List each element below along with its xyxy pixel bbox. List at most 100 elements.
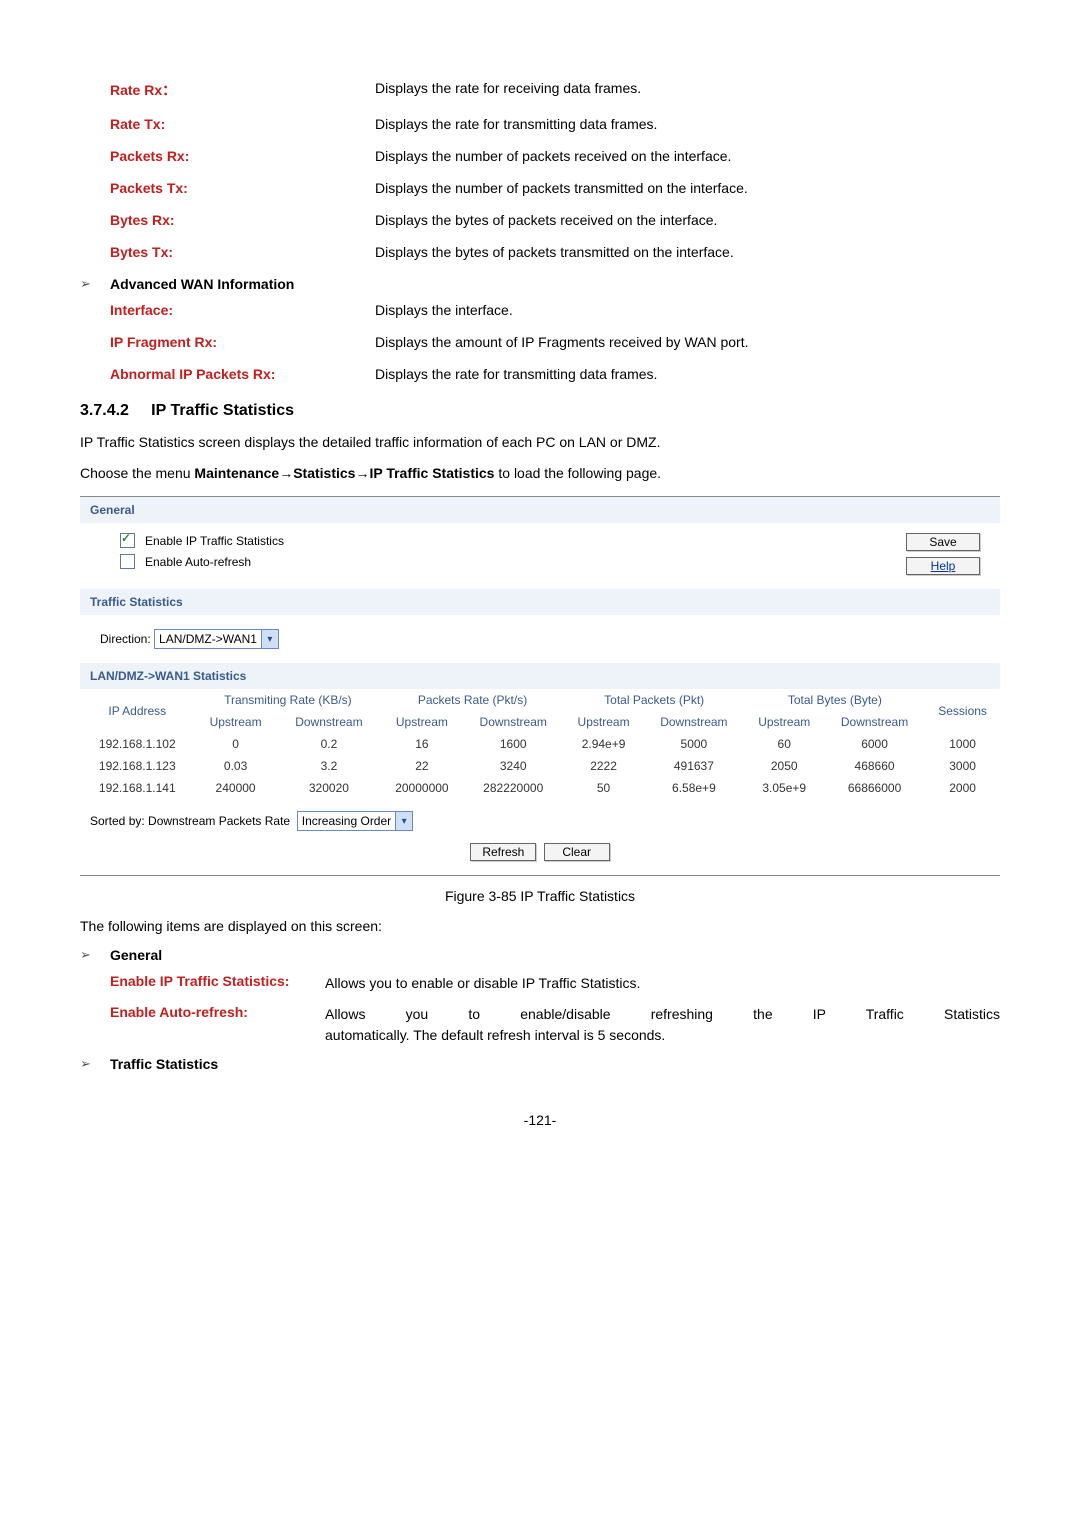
checkbox-auto-refresh[interactable] [120, 554, 135, 569]
direction-label: Direction: [100, 632, 151, 646]
sub-down: Downstream [277, 711, 382, 733]
band-stats-title: LAN/DMZ->WAN1 Statistics [80, 663, 1000, 689]
def-label: Packets Rx: [110, 148, 375, 164]
sub-up: Upstream [564, 711, 643, 733]
col-group-rate: Transmiting Rate (KB/s) [195, 689, 382, 711]
paragraph: IP Traffic Statistics screen displays th… [80, 432, 1000, 453]
table-row: 192.168.1.10200.21616002.94e+95000606000… [80, 733, 1000, 755]
table-cell: 5000 [643, 733, 744, 755]
paragraph: Choose the menu Maintenance→Statistics→I… [80, 463, 1000, 484]
section-number: 3.7.4.2 [80, 402, 129, 419]
table-cell: 192.168.1.141 [80, 777, 195, 799]
checkbox-enable-stats[interactable] [120, 533, 135, 548]
section-title: IP Traffic Statistics [151, 402, 294, 419]
table-cell: 2222 [564, 755, 643, 777]
general-heading: General [110, 947, 162, 963]
def-row: Packets Rx:Displays the number of packet… [80, 148, 1000, 164]
stats-table: IP Address Transmiting Rate (KB/s) Packe… [80, 689, 1000, 799]
def-desc: Displays the number of packets transmitt… [375, 180, 1000, 196]
checkbox-label: Enable Auto-refresh [145, 555, 251, 569]
band-general: General [80, 497, 1000, 523]
table-row: 192.168.1.141240000320020200000002822200… [80, 777, 1000, 799]
chevron-down-icon: ▾ [395, 812, 412, 830]
def-label: Enable IP Traffic Statistics: [110, 973, 325, 994]
ip-traffic-screenshot: General Enable IP Traffic Statistics Ena… [80, 496, 1000, 876]
traffic-heading: Traffic Statistics [110, 1056, 218, 1072]
def-label: Abnormal IP Packets Rx: [110, 366, 375, 382]
def-row: Enable IP Traffic Statistics: Allows you… [80, 973, 1000, 994]
table-cell: 282220000 [463, 777, 564, 799]
table-cell: 2000 [925, 777, 1000, 799]
save-button[interactable]: Save [906, 533, 980, 551]
def-label: IP Fragment Rx: [110, 334, 375, 350]
sub-up: Upstream [381, 711, 462, 733]
checkbox-label: Enable IP Traffic Statistics [145, 534, 284, 548]
def-label: Bytes Tx: [110, 244, 375, 260]
band-traffic-stats: Traffic Statistics [80, 589, 1000, 615]
refresh-button[interactable]: Refresh [470, 843, 536, 861]
sorted-by-value: Downstream Packets Rate [148, 814, 290, 828]
table-cell: 3.05e+9 [745, 777, 824, 799]
col-group-pkt-total: Total Packets (Pkt) [564, 689, 745, 711]
table-cell: 2050 [745, 755, 824, 777]
sorted-by-label: Sorted by: [90, 814, 145, 828]
def-desc: Displays the interface. [375, 302, 1000, 318]
figure-caption: Figure 3-85 IP Traffic Statistics [80, 888, 1000, 904]
def-row: Abnormal IP Packets Rx:Displays the rate… [80, 366, 1000, 382]
bullet-arrow: ➢ [80, 276, 110, 292]
def-label: Bytes Rx: [110, 212, 375, 228]
table-cell: 3000 [925, 755, 1000, 777]
table-cell: 6000 [824, 733, 925, 755]
direction-select[interactable]: LAN/DMZ->WAN1 ▾ [154, 629, 279, 649]
def-row: Enable Auto-refresh: Allows you to enabl… [80, 1004, 1000, 1046]
table-cell: 468660 [824, 755, 925, 777]
table-cell: 491637 [643, 755, 744, 777]
table-cell: 192.168.1.123 [80, 755, 195, 777]
def-label: Packets Tx: [110, 180, 375, 196]
table-cell: 320020 [277, 777, 382, 799]
def-desc: Displays the bytes of packets received o… [375, 212, 1000, 228]
table-cell: 66866000 [824, 777, 925, 799]
def-desc: Displays the amount of IP Fragments rece… [375, 334, 1000, 350]
bullet-arrow: ➢ [80, 947, 110, 963]
sub-down: Downstream [643, 711, 744, 733]
clear-button[interactable]: Clear [544, 843, 610, 861]
col-ip: IP Address [80, 689, 195, 733]
table-cell: 16 [381, 733, 462, 755]
col-group-pkt-rate: Packets Rate (Pkt/s) [381, 689, 564, 711]
table-cell: 20000000 [381, 777, 462, 799]
table-cell: 2.94e+9 [564, 733, 643, 755]
def-label: Rate Rx： [110, 80, 375, 100]
def-desc: Displays the number of packets received … [375, 148, 1000, 164]
table-cell: 50 [564, 777, 643, 799]
table-cell: 192.168.1.102 [80, 733, 195, 755]
def-desc: Displays the rate for receiving data fra… [375, 80, 1000, 100]
def-desc: Allows you to enable or disable IP Traff… [325, 973, 1000, 994]
sub-up: Upstream [195, 711, 277, 733]
def-desc: Displays the rate for transmitting data … [375, 116, 1000, 132]
table-cell: 22 [381, 755, 462, 777]
page-number: -121- [80, 1112, 1000, 1128]
table-cell: 6.58e+9 [643, 777, 744, 799]
table-cell: 0.03 [195, 755, 277, 777]
table-cell: 0.2 [277, 733, 382, 755]
table-cell: 3240 [463, 755, 564, 777]
table-cell: 1600 [463, 733, 564, 755]
def-row: IP Fragment Rx:Displays the amount of IP… [80, 334, 1000, 350]
chevron-down-icon: ▾ [261, 630, 278, 648]
def-label: Interface: [110, 302, 375, 318]
adv-wan-heading: Advanced WAN Information [110, 276, 294, 292]
def-row: Interface:Displays the interface. [80, 302, 1000, 318]
col-group-bytes: Total Bytes (Byte) [745, 689, 926, 711]
bullet-arrow: ➢ [80, 1056, 110, 1072]
sort-order-select[interactable]: Increasing Order ▾ [297, 811, 413, 831]
sort-order-value: Increasing Order [298, 814, 395, 828]
direction-value: LAN/DMZ->WAN1 [155, 632, 261, 646]
table-row: 192.168.1.1230.033.222324022224916372050… [80, 755, 1000, 777]
table-cell: 0 [195, 733, 277, 755]
help-button[interactable]: Help [906, 557, 980, 575]
def-row: Packets Tx:Displays the number of packet… [80, 180, 1000, 196]
def-row: Rate Rx：Displays the rate for receiving … [80, 80, 1000, 100]
paragraph: The following items are displayed on thi… [80, 916, 1000, 937]
def-row: Bytes Tx:Displays the bytes of packets t… [80, 244, 1000, 260]
